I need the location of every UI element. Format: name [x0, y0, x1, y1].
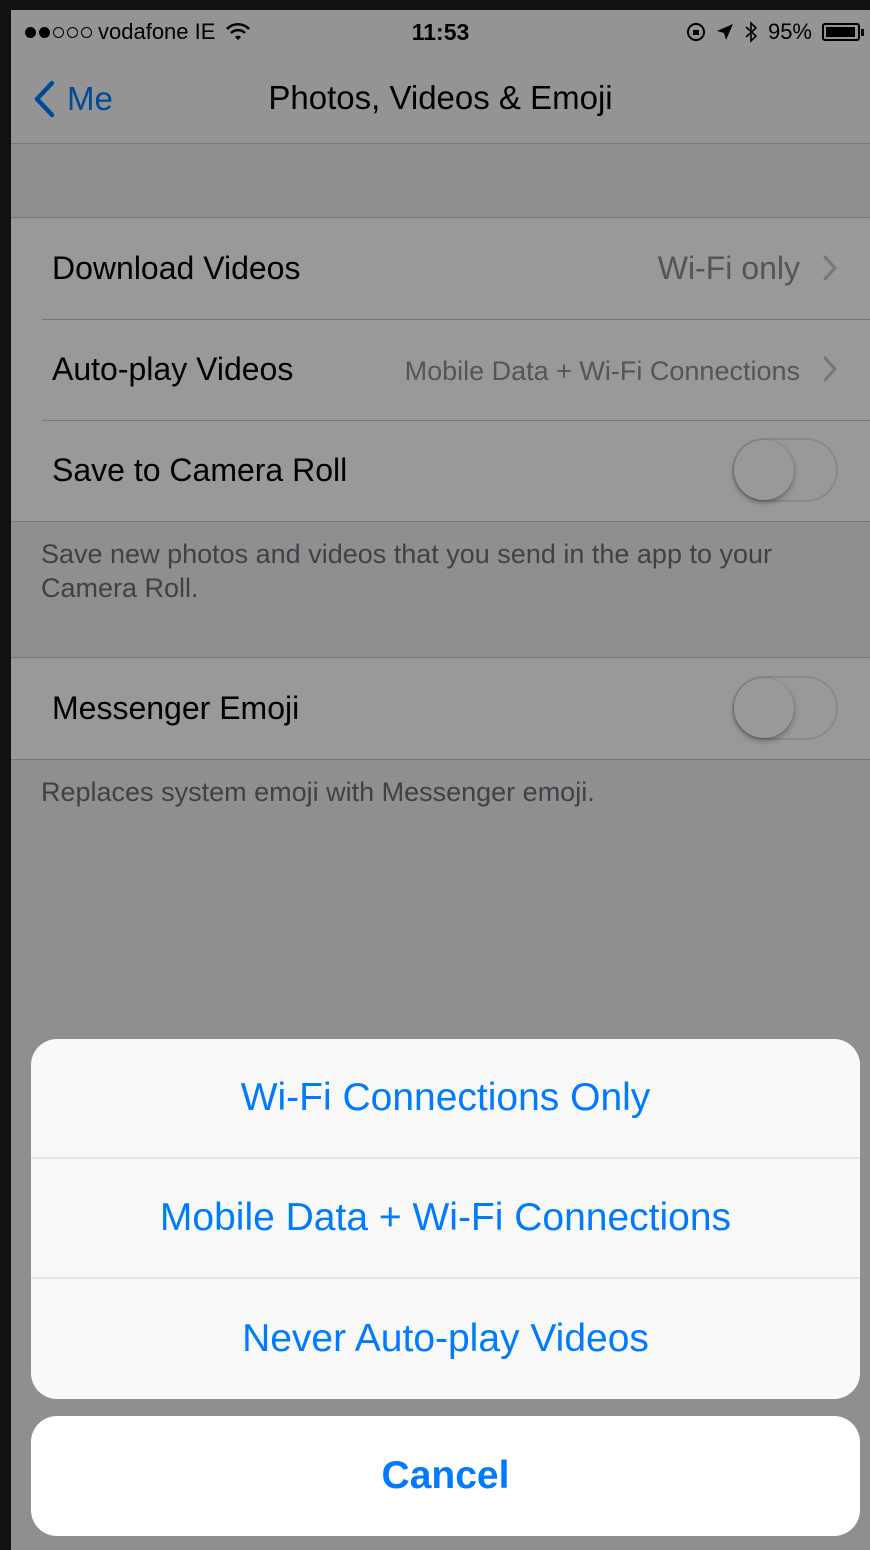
screen: vodafone IE 11:53 95% Me Photos, Videos …: [0, 0, 870, 1550]
device-frame-top: [0, 0, 870, 10]
cancel-button[interactable]: Cancel: [31, 1416, 860, 1536]
action-sheet: Wi-Fi Connections Only Mobile Data + Wi-…: [31, 1039, 860, 1399]
option-mobile-data-wifi-button[interactable]: Mobile Data + Wi-Fi Connections: [31, 1159, 860, 1279]
device-frame-left: [0, 0, 11, 1550]
option-wifi-only-button[interactable]: Wi-Fi Connections Only: [31, 1039, 860, 1159]
option-never-autoplay-button[interactable]: Never Auto-play Videos: [31, 1279, 860, 1399]
